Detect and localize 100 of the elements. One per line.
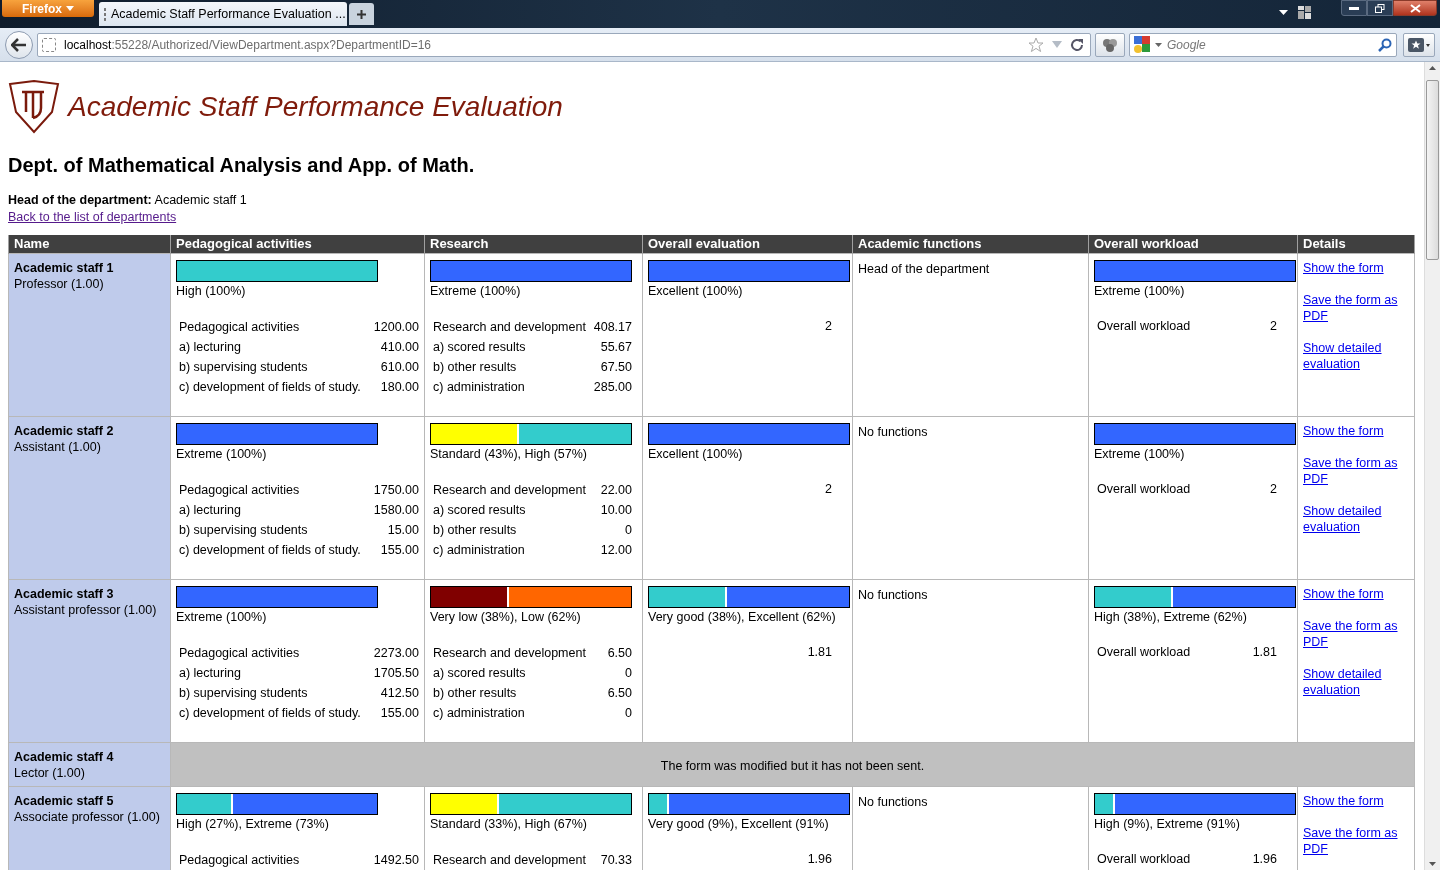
workload-value: 2 [1270,318,1277,336]
evaluation-score: 1.96 [807,851,832,869]
search-engine-icon [1134,35,1150,54]
activity-value: 10.00 [600,502,632,517]
column-header: Overall evaluation [642,234,853,254]
activity-label: b) supervising students [179,359,308,374]
activity-value: 22.00 [600,482,632,497]
staff-position: Assistant professor (1.00) [14,602,158,619]
staff-position: Associate professor (1.00) [14,809,161,826]
scroll-down-icon[interactable] [1429,862,1436,866]
dropdown-icon[interactable] [1279,10,1288,15]
activity-label: a) scored results [433,339,526,354]
activity-label: c) development of fields of study. [179,379,361,394]
caret-icon [66,6,74,11]
activity-value: 180.00 [380,379,419,394]
academic-functions: No functions [858,795,928,810]
activity-value: 285.00 [593,379,632,394]
activity-value: 1492.50 [373,852,419,867]
address-field[interactable]: localhost:55228/Authorized/ViewDepartment.aspx?DepartmentID=16 [37,32,1091,57]
details-link[interactable]: Save the form as PDF [1303,455,1409,488]
workload-label: Overall workload [1097,851,1191,869]
reload-icon[interactable] [1070,37,1084,52]
activity-value: 6.50 [607,685,632,700]
details-link[interactable]: Save the form as PDF [1303,825,1409,858]
activity-label: Pedagogical activities [179,482,300,497]
search-field[interactable]: Google [1129,32,1397,57]
column-header: Name [8,234,171,254]
activity-label: c) administration [433,379,525,394]
activity-value: 1750.00 [373,482,419,497]
activity-value: 155.00 [380,542,419,557]
column-header: Research [424,234,643,254]
staff-name: Academic staff 1 [14,260,115,277]
tab-groups-icon[interactable] [1298,6,1311,19]
rating-label: Excellent (100%) [648,283,744,300]
minimize-icon [1349,6,1359,10]
details-link[interactable]: Show the form [1303,423,1384,440]
addon-button[interactable] [1095,32,1125,57]
activity-value: 0 [625,705,632,720]
academic-functions: No functions [858,425,928,440]
details-link[interactable]: Show detailed evaluation [1303,503,1409,536]
details-link[interactable]: Show the form [1303,586,1384,603]
rating-label: Extreme (100%) [1094,446,1186,463]
back-link[interactable]: Back to the list of departments [8,210,177,224]
staff-name: Academic staff 3 [14,586,115,603]
rating-label: Extreme (100%) [430,283,522,300]
scroll-up-icon[interactable] [1429,66,1436,70]
scrollbar-thumb[interactable] [1426,80,1439,260]
activity-label: Pedagogical activities [179,645,300,660]
activity-label: b) supervising students [179,685,308,700]
activity-value: 1705.50 [373,665,419,680]
activity-value: 15.00 [387,522,419,537]
column-header: Overall workload [1088,234,1298,254]
new-tab-button[interactable] [349,3,374,25]
activity-label: c) administration [433,705,525,720]
academic-functions: Head of the department [858,262,990,277]
workload-value: 1.81 [1252,644,1277,662]
search-icon[interactable] [1378,37,1392,52]
search-input[interactable]: Google [1167,35,1373,54]
workload-label: Overall workload [1097,318,1191,336]
activity-label: Research and development [433,482,586,497]
rating-label: Excellent (100%) [648,446,744,463]
close-button[interactable] [1393,0,1437,16]
column-header: Details [1297,234,1415,254]
site-identity-icon [42,37,56,52]
evaluation-score: 1.81 [807,644,832,662]
back-button[interactable] [5,30,33,59]
activity-label: Research and development [433,852,586,867]
rating-label: Standard (43%), High (57%) [430,446,589,463]
activity-label: Pedagogical activities [179,319,300,334]
activity-label: Research and development [433,645,586,660]
details-link[interactable]: Show the form [1303,260,1384,277]
details-link[interactable]: Save the form as PDF [1303,292,1409,325]
rating-label: High (27%), Extreme (73%) [176,816,330,833]
staff-position: Professor (1.00) [14,276,105,293]
details-link[interactable]: Save the form as PDF [1303,618,1409,651]
rating-label: Extreme (100%) [176,609,268,626]
details-link[interactable]: Show detailed evaluation [1303,666,1409,699]
rating-label: Standard (33%), High (67%) [430,816,589,833]
star-icon[interactable] [1028,36,1044,53]
details-link[interactable]: Show detailed evaluation [1303,340,1409,373]
back-arrow-icon [11,37,27,52]
workload-value: 2 [1270,481,1277,499]
bookmark-star-icon [1408,37,1430,52]
activity-value: 0 [625,522,632,537]
activity-label: a) scored results [433,502,526,517]
circles-icon [1102,37,1118,52]
status-message: The form was modified but it has not been sent. [170,742,1415,787]
details-link[interactable]: Show the form [1303,793,1384,810]
close-icon [1409,3,1421,13]
activity-value: 412.50 [380,685,419,700]
restore-button[interactable] [1367,0,1393,16]
activity-value: 70.33 [600,852,632,867]
activity-value: 1580.00 [373,502,419,517]
activity-label: Research and development [433,319,586,334]
minimize-button[interactable] [1341,0,1367,16]
bookmarks-button[interactable] [1403,32,1435,57]
column-header: Pedagogical activities [170,234,425,254]
scrollbar[interactable] [1424,62,1440,870]
activity-label: a) lecturing [179,339,241,354]
browser-tab[interactable]: Academic Staff Performance Evaluation ... [99,2,347,26]
